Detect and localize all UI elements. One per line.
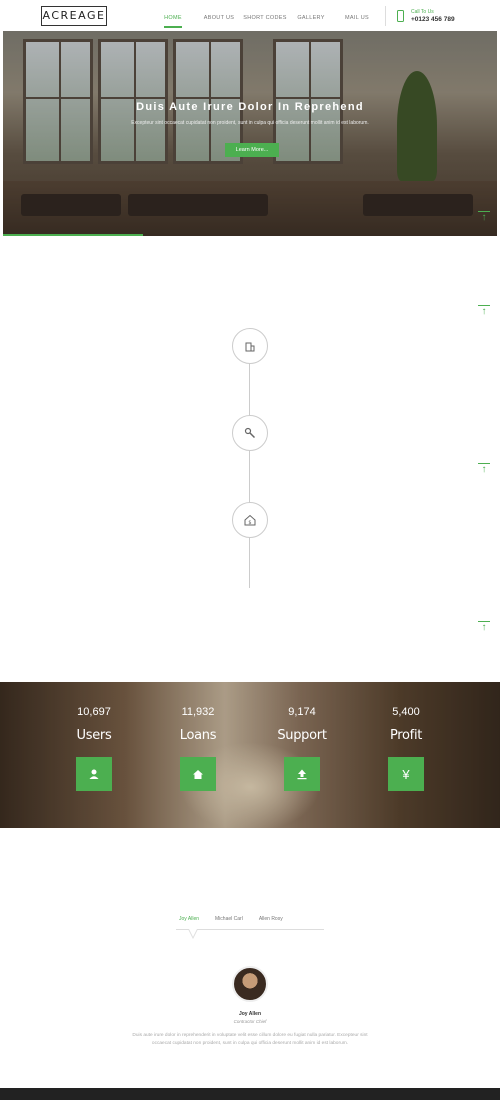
nav-about-us[interactable]: ABOUT US <box>196 15 242 21</box>
hero-title: Duis Aute Irure Dolor In Reprehend <box>136 101 364 113</box>
tabs-divider <box>176 929 324 930</box>
stat-support: 9,174 Support <box>272 706 332 791</box>
testimonial-text: Duis aute irure dolor in reprehenderit i… <box>132 1033 368 1046</box>
stats-section: 10,697 Users 11,932 Loans 9,174 Support … <box>0 682 500 828</box>
user-icon <box>76 757 112 791</box>
building-icon <box>232 328 268 364</box>
tab-indicator <box>188 929 198 939</box>
header-divider <box>385 6 386 26</box>
house-money-icon: $ <box>232 502 268 538</box>
timeline-line <box>249 363 250 588</box>
upload-icon <box>284 757 320 791</box>
stat-value: 9,174 <box>288 706 316 718</box>
svg-text:$: $ <box>248 520 251 526</box>
site-logo[interactable]: ACREAGE <box>41 6 107 26</box>
site-header: ACREAGE HOME ABOUT US SHORT CODES GALLER… <box>0 0 500 30</box>
contact-phone[interactable]: +0123 456 789 <box>411 16 455 23</box>
contact-label: Call To Us <box>411 9 434 15</box>
hero-banner: Duis Aute Irure Dolor In Reprehend Excep… <box>3 31 497 236</box>
testimonial-name: Joy Allen <box>238 1011 262 1017</box>
scroll-top-icon[interactable]: ↑ <box>478 463 490 475</box>
hero-overlay <box>3 31 497 236</box>
phone-icon <box>397 10 404 22</box>
testimonial-tabs: Joy Allen Michael Carl Allen Rosy <box>176 916 286 922</box>
scroll-top-icon[interactable]: ↑ <box>478 621 490 633</box>
stat-profit: 5,400 Profit ¥ <box>376 706 436 791</box>
stat-value: 5,400 <box>392 706 420 718</box>
nav-home[interactable]: HOME <box>150 15 196 28</box>
nav-mail-us[interactable]: MAIL US <box>334 15 380 21</box>
footer-bar <box>0 1088 500 1100</box>
stat-label: Users <box>76 728 112 743</box>
scroll-top-icon[interactable]: ↑ <box>478 211 490 223</box>
yen-icon: ¥ <box>388 757 424 791</box>
stat-value: 11,932 <box>181 706 215 718</box>
home-icon <box>180 757 216 791</box>
tab-joy-allen[interactable]: Joy Allen <box>176 916 202 922</box>
tab-allen-rosy[interactable]: Allen Rosy <box>256 916 286 922</box>
hero-text: Excepteur sint occaecat cupidatat non pr… <box>131 120 369 126</box>
main-nav: HOME ABOUT US SHORT CODES GALLERY MAIL U… <box>150 15 380 28</box>
tab-michael-carl[interactable]: Michael Carl <box>212 916 246 922</box>
stat-label: Profit <box>389 728 423 743</box>
scroll-top-icon[interactable]: ↑ <box>478 305 490 317</box>
stat-label: Loans <box>179 728 217 743</box>
wrench-icon <box>232 415 268 451</box>
stat-loans: 11,932 Loans <box>168 706 228 791</box>
stat-value: 10,697 <box>77 706 111 718</box>
learn-more-button[interactable]: Learn More... <box>225 143 279 157</box>
testimonial-role: Contractor Chief <box>233 1019 267 1024</box>
stat-label: Support <box>277 728 327 743</box>
nav-gallery[interactable]: GALLERY <box>288 15 334 21</box>
hero-progress-bar <box>3 234 143 236</box>
stat-users: 10,697 Users <box>64 706 124 791</box>
nav-short-codes[interactable]: SHORT CODES <box>242 15 288 21</box>
avatar <box>232 966 268 1002</box>
